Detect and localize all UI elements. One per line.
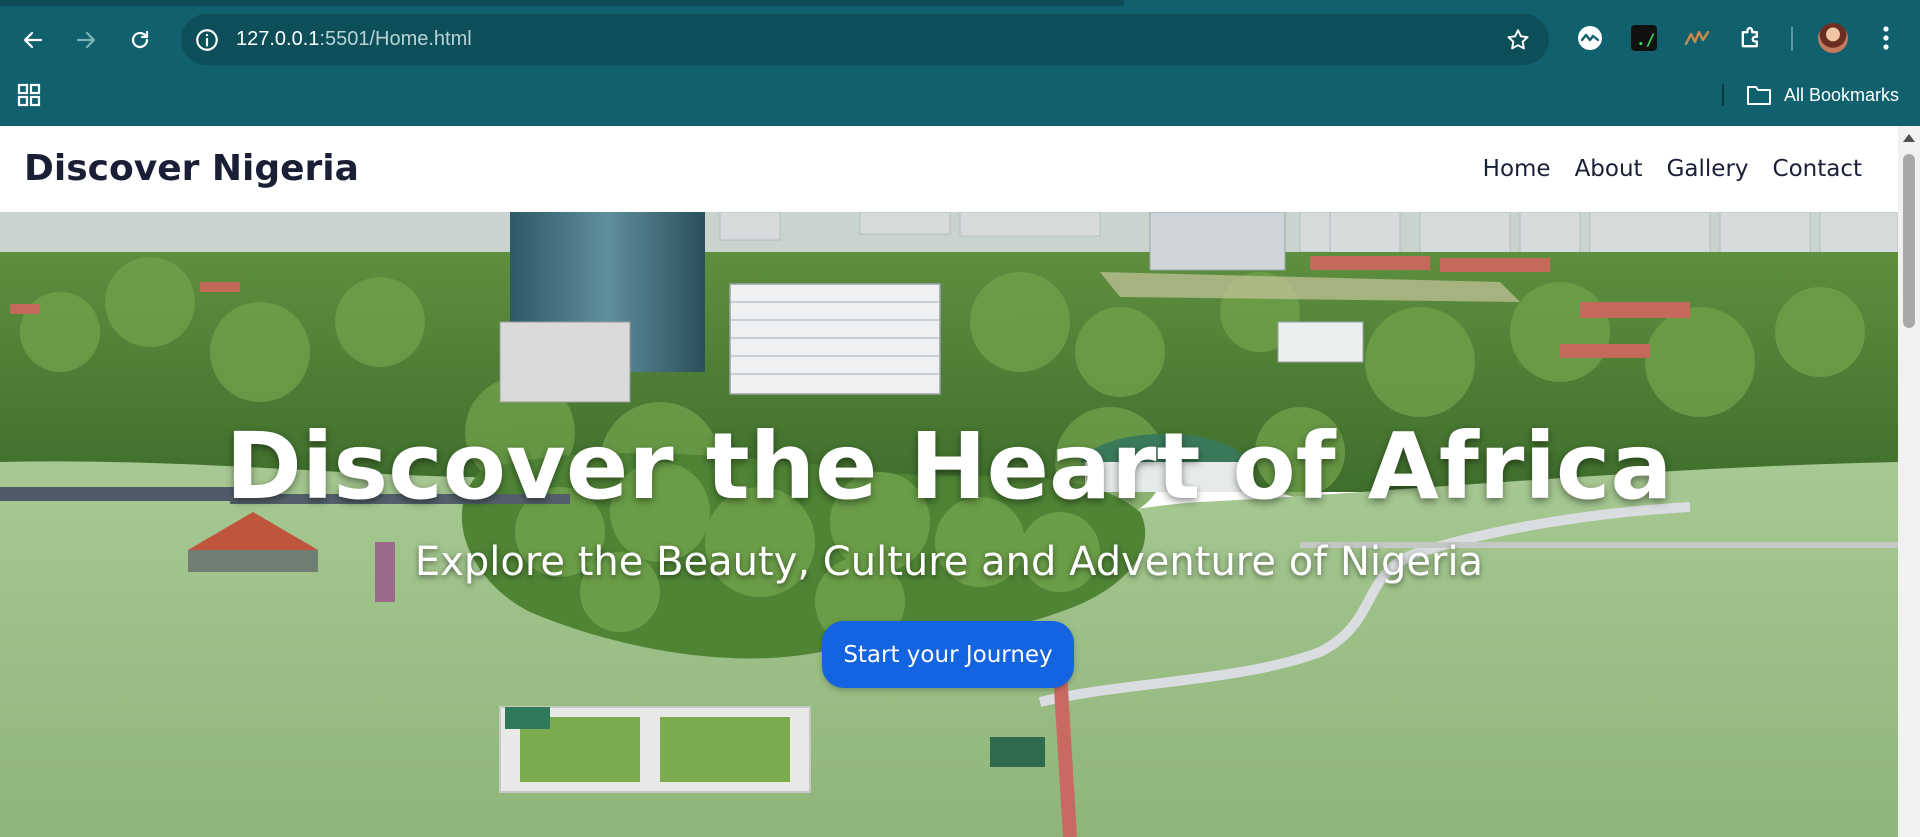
hero-title: Discover the Heart of Africa	[225, 413, 1673, 520]
profile-avatar[interactable]	[1818, 23, 1848, 53]
nav-link-about[interactable]: About	[1575, 153, 1643, 185]
active-tab[interactable]	[1124, 0, 1920, 6]
apps-grid-icon[interactable]	[16, 82, 42, 108]
page-scrollbar[interactable]	[1898, 126, 1920, 837]
scroll-up-arrow-icon[interactable]	[1903, 134, 1915, 142]
kebab-menu-icon[interactable]	[1873, 22, 1899, 54]
wave-extension-icon	[1684, 30, 1710, 46]
terminal-extension-icon: ./	[1631, 25, 1657, 51]
back-arrow-icon	[23, 31, 43, 49]
nav-link-home[interactable]: Home	[1483, 153, 1551, 185]
site-header: Discover Nigeria Home About Gallery Cont…	[0, 126, 1898, 212]
toolbar-divider	[1791, 27, 1793, 51]
nav-link-gallery[interactable]: Gallery	[1667, 153, 1749, 185]
bookmarks-divider	[1722, 84, 1724, 106]
start-journey-button[interactable]: Start your Journey	[822, 621, 1074, 688]
info-icon[interactable]	[194, 27, 220, 53]
extension-terminal[interactable]: ./	[1628, 22, 1660, 54]
nav-link-contact[interactable]: Contact	[1773, 153, 1862, 185]
extensions-button[interactable]	[1735, 22, 1767, 54]
folder-icon	[1747, 86, 1771, 105]
url-host: 127.0.0.1	[236, 28, 320, 50]
scrollbar-thumb[interactable]	[1903, 154, 1915, 328]
all-bookmarks-label: All Bookmarks	[1784, 84, 1900, 105]
tab-strip	[0, 0, 1920, 6]
url-text[interactable]: 127.0.0.1:5501/Home.html	[236, 26, 472, 52]
activity-extension-icon	[1578, 26, 1602, 50]
extension-activity[interactable]	[1574, 22, 1606, 54]
page-viewport: Discover Nigeria Home About Gallery Cont…	[0, 126, 1898, 837]
reload-button[interactable]	[120, 20, 160, 60]
hero-subtitle: Explore the Beauty, Culture and Adventur…	[414, 539, 1484, 585]
back-button[interactable]	[13, 20, 53, 60]
all-bookmarks-button[interactable]: All Bookmarks	[1746, 82, 1899, 108]
hero-background-image	[0, 212, 1898, 837]
svg-text:./: ./	[1636, 30, 1655, 49]
puzzle-icon	[1741, 26, 1758, 48]
site-logo[interactable]: Discover Nigeria	[24, 148, 359, 190]
reload-icon	[131, 30, 149, 49]
forward-arrow-icon	[76, 31, 96, 49]
hero-section: Discover the Heart of Africa Explore the…	[0, 212, 1898, 837]
site-nav: Home About Gallery Contact	[1483, 153, 1862, 185]
browser-toolbar: 127.0.0.1:5501/Home.html ./ All Bookmark…	[0, 0, 1920, 126]
forward-button[interactable]	[66, 20, 106, 60]
extension-wave[interactable]	[1681, 22, 1713, 54]
url-path: :5501/Home.html	[319, 28, 472, 50]
address-bar[interactable]: 127.0.0.1:5501/Home.html	[181, 14, 1549, 65]
star-icon[interactable]	[1505, 27, 1531, 53]
